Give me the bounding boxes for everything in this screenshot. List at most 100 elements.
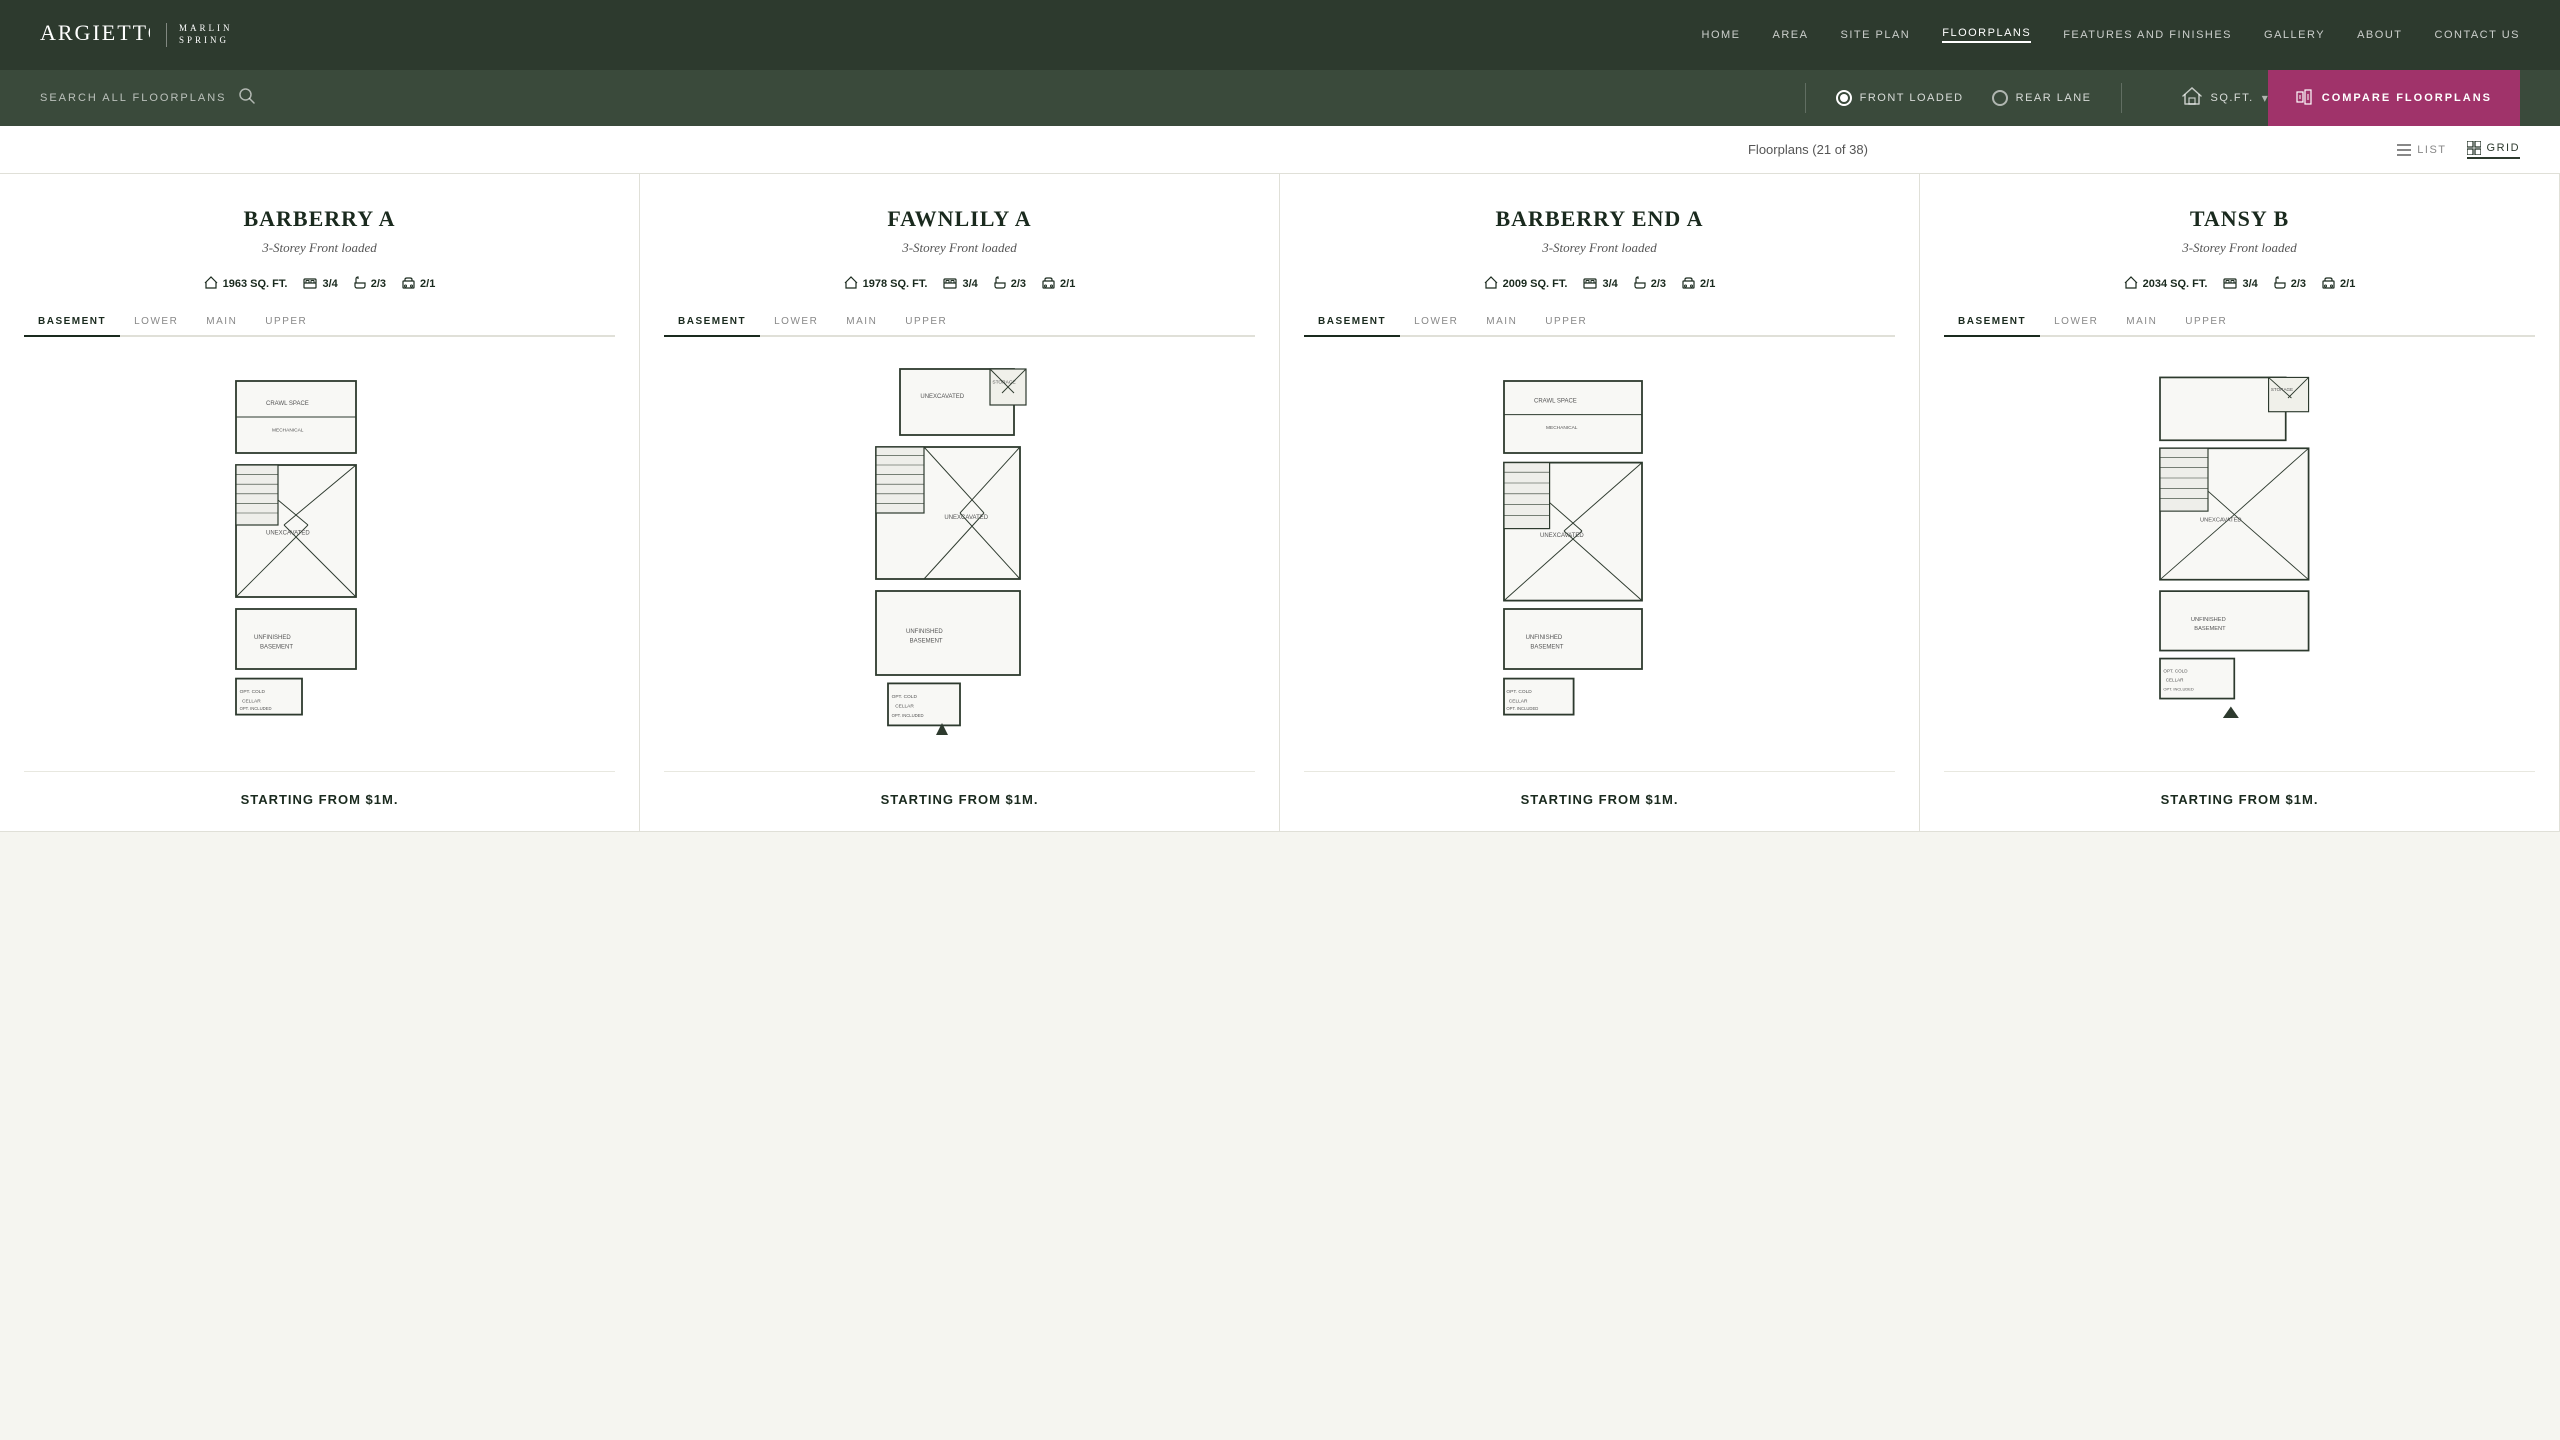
floorplan-svg-2: CRAWL SPACE MECHANICAL UNEXCAVATED UNFIN…	[1480, 369, 1720, 729]
svg-text:BASEMENT: BASEMENT	[909, 639, 942, 645]
tab-basement-1[interactable]: BASEMENT	[664, 308, 760, 337]
tab-lower-0[interactable]: LOWER	[120, 308, 192, 335]
parking-value-2: 2/1	[1700, 278, 1715, 290]
search-label: SEARCH ALL FLOORPLANS	[40, 92, 226, 104]
grid-view-button[interactable]: GRID	[2467, 141, 2521, 159]
search-icon[interactable]	[238, 87, 256, 110]
nav-area[interactable]: AREA	[1773, 29, 1809, 41]
grid-label: GRID	[2487, 142, 2521, 154]
card-specs-barberry-a: 1963 SQ. FT. 3/4 2/3 2/1	[24, 276, 615, 292]
tab-main-2[interactable]: MAIN	[1472, 308, 1531, 335]
spec-sqft-barberry-end-a: 2009 SQ. FT.	[1484, 276, 1568, 292]
svg-text:CRAWL SPACE: CRAWL SPACE	[266, 401, 309, 407]
tab-basement-2[interactable]: BASEMENT	[1304, 308, 1400, 337]
tabs-tansy-b: BASEMENT LOWER MAIN UPPER	[1944, 308, 2535, 337]
svg-text:MECHANICAL: MECHANICAL	[272, 427, 304, 433]
sqft-value-0: 1963 SQ. FT.	[223, 278, 288, 290]
card-specs-fawnlily-a: 1978 SQ. FT. 3/4 2/3 2/1	[664, 276, 1255, 292]
svg-text:OPT. INCLUDED: OPT. INCLUDED	[891, 713, 923, 718]
parking-icon-0	[402, 277, 415, 292]
floorplan-image-1[interactable]: UNEXCAVATED STORAGE UN	[664, 337, 1255, 761]
svg-text:OPT. COLD: OPT. COLD	[2163, 668, 2188, 673]
nav-gallery[interactable]: GALLERY	[2264, 29, 2325, 41]
tabs-barberry-a: BASEMENT LOWER MAIN UPPER	[24, 308, 615, 337]
card-subtitle-fawnlily-a: 3-Storey Front loaded	[664, 240, 1255, 256]
home-spec-icon-2	[1484, 276, 1498, 292]
sqft-label: SQ.FT.	[2210, 92, 2253, 104]
beds-value-1: 3/4	[962, 278, 977, 290]
floorplan-image-3[interactable]: STORAGE UNEXCAVATED UNFINISHED BASEMENT	[1944, 337, 2535, 761]
svg-text:UNFINISHED: UNFINISHED	[906, 629, 943, 635]
compare-button[interactable]: COMPARE FLOORPLANS	[2268, 70, 2520, 126]
header: ARGIETTO MARLIN SPRING HOME AREA SITE PL…	[0, 0, 2560, 70]
floorplan-svg-0: CRAWL SPACE MECHANICAL UNEXCAVATED UNFIN…	[200, 369, 440, 729]
tab-basement-0[interactable]: BASEMENT	[24, 308, 120, 337]
svg-text:CELLAR: CELLAR	[895, 703, 914, 709]
grid-icon	[2467, 141, 2481, 155]
main-nav: HOME AREA SITE PLAN FLOORPLANS FEATURES …	[1702, 27, 2520, 43]
spec-baths-barberry-end-a: 2/3	[1634, 276, 1666, 292]
nav-home[interactable]: HOME	[1702, 29, 1741, 41]
baths-value-2: 2/3	[1651, 278, 1666, 290]
compare-icon	[2296, 89, 2312, 108]
card-tansy-b: TANSY B 3-Storey Front loaded 2034 SQ. F…	[1920, 174, 2560, 832]
bed-icon-0	[303, 277, 317, 292]
svg-text:STORAGE: STORAGE	[2270, 387, 2292, 392]
floorplan-image-0[interactable]: CRAWL SPACE MECHANICAL UNEXCAVATED UNFIN…	[24, 337, 615, 761]
svg-text:CELLAR: CELLAR	[2165, 678, 2183, 683]
card-title-barberry-end-a: BARBERRY END A	[1304, 206, 1895, 232]
tabs-fawnlily-a: BASEMENT LOWER MAIN UPPER	[664, 308, 1255, 337]
beds-value-0: 3/4	[322, 278, 337, 290]
bath-icon-2	[1634, 276, 1646, 292]
tab-main-0[interactable]: MAIN	[192, 308, 251, 335]
tab-lower-1[interactable]: LOWER	[760, 308, 832, 335]
tab-main-3[interactable]: MAIN	[2112, 308, 2171, 335]
svg-text:OPT. COLD: OPT. COLD	[1506, 689, 1532, 695]
divider-2	[2121, 83, 2122, 113]
sqft-selector[interactable]: SQ.FT. ▾	[2182, 87, 2267, 110]
radio-front-loaded[interactable]: FRONT LOADED	[1836, 90, 1964, 106]
card-subtitle-tansy-b: 3-Storey Front loaded	[1944, 240, 2535, 256]
card-barberry-a: BARBERRY A 3-Storey Front loaded 1963 SQ…	[0, 174, 640, 832]
tab-lower-2[interactable]: LOWER	[1400, 308, 1472, 335]
svg-text:UNEXCAVATED: UNEXCAVATED	[266, 531, 310, 537]
spec-parking-barberry-end-a: 2/1	[1682, 277, 1715, 292]
search-bar: SEARCH ALL FLOORPLANS FRONT LOADED REAR …	[0, 70, 2560, 126]
svg-text:OPT. COLD: OPT. COLD	[891, 694, 917, 700]
svg-text:UNFINISHED: UNFINISHED	[254, 635, 291, 641]
spec-parking-barberry-a: 2/1	[402, 277, 435, 292]
home-spec-icon-1	[844, 276, 858, 292]
spec-beds-barberry-end-a: 3/4	[1583, 277, 1617, 292]
svg-text:OPT. INCLUDED: OPT. INCLUDED	[1506, 706, 1538, 711]
nav-floorplans[interactable]: FLOORPLANS	[1942, 27, 2031, 43]
compare-label: COMPARE FLOORPLANS	[2322, 92, 2492, 104]
tab-basement-3[interactable]: BASEMENT	[1944, 308, 2040, 337]
tab-upper-1[interactable]: UPPER	[891, 308, 961, 335]
floorplan-svg-3: STORAGE UNEXCAVATED UNFINISHED BASEMENT	[2120, 366, 2360, 732]
nav-contact[interactable]: CONTACT US	[2435, 29, 2521, 41]
logo-subtitle: MARLIN SPRING	[166, 23, 233, 46]
baths-value-0: 2/3	[371, 278, 386, 290]
card-specs-barberry-end-a: 2009 SQ. FT. 3/4 2/3 2/1	[1304, 276, 1895, 292]
nav-about[interactable]: ABOUT	[2357, 29, 2402, 41]
parking-value-0: 2/1	[420, 278, 435, 290]
svg-text:UNFINISHED: UNFINISHED	[1525, 635, 1562, 641]
svg-text:BASEMENT: BASEMENT	[2194, 626, 2226, 632]
tab-upper-2[interactable]: UPPER	[1531, 308, 1601, 335]
tab-main-1[interactable]: MAIN	[832, 308, 891, 335]
nav-site-plan[interactable]: SITE PLAN	[1840, 29, 1910, 41]
spec-beds-fawnlily-a: 3/4	[943, 277, 977, 292]
tab-lower-3[interactable]: LOWER	[2040, 308, 2112, 335]
svg-text:MECHANICAL: MECHANICAL	[1546, 425, 1578, 431]
floorplan-image-2[interactable]: CRAWL SPACE MECHANICAL UNEXCAVATED UNFIN…	[1304, 337, 1895, 761]
tab-upper-0[interactable]: UPPER	[251, 308, 321, 335]
tab-upper-3[interactable]: UPPER	[2171, 308, 2241, 335]
radio-rear-lane[interactable]: REAR LANE	[1992, 90, 2092, 106]
card-specs-tansy-b: 2034 SQ. FT. 3/4 2/3 2/1	[1944, 276, 2535, 292]
bath-icon-0	[354, 276, 366, 292]
svg-text:OPT. INCLUDED: OPT. INCLUDED	[2163, 687, 2193, 692]
floorplan-grid: BARBERRY A 3-Storey Front loaded 1963 SQ…	[0, 174, 2560, 832]
subtitle-bar: Floorplans (21 of 38) LIST GRID	[0, 126, 2560, 174]
nav-features[interactable]: FEATURES AND FINISHES	[2063, 29, 2232, 41]
list-view-button[interactable]: LIST	[2397, 143, 2446, 157]
